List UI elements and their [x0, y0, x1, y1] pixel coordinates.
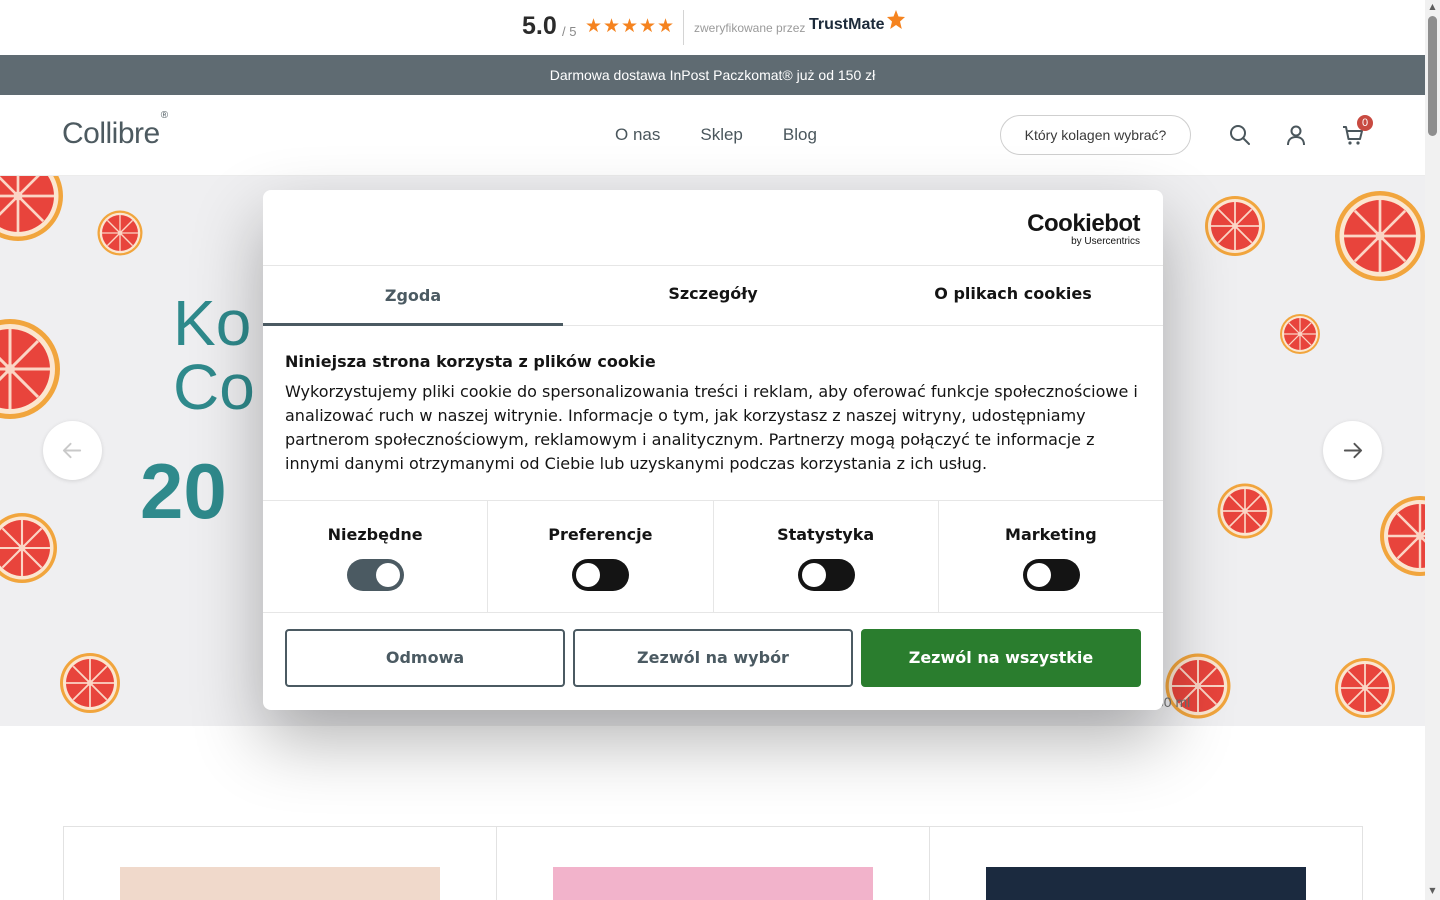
- scroll-up-icon[interactable]: ▲: [1428, 3, 1437, 11]
- toggle-marketing[interactable]: [1022, 559, 1080, 591]
- cookie-title: Niniejsza strona korzysta z plików cooki…: [285, 352, 656, 371]
- scrollbar-thumb[interactable]: [1428, 16, 1437, 136]
- cookie-tabs: Zgoda Szczegóły O plikach cookies: [263, 265, 1163, 326]
- allow-selection-button[interactable]: Zezwól na wybór: [573, 629, 853, 687]
- category-marketing: Marketing: [939, 501, 1163, 612]
- toggle-knob: [1026, 563, 1051, 587]
- cookiebot-brand-sub: by Usercentrics: [1071, 236, 1140, 247]
- category-label: Preferencje: [548, 525, 653, 544]
- toggle-knob: [801, 563, 826, 587]
- category-label: Marketing: [1005, 525, 1097, 544]
- tab-zgoda[interactable]: Zgoda: [263, 266, 563, 326]
- toggle-statystyka[interactable]: [797, 559, 855, 591]
- allow-all-button[interactable]: Zezwól na wszystkie: [861, 629, 1141, 687]
- cookie-overlay: Cookiebot by Usercentrics Zgoda Szczegół…: [0, 0, 1425, 900]
- page: 5.0 / 5 ★ ★ ★ ★ ★ zweryfikowane przez Tr…: [0, 0, 1440, 900]
- toggle-niezbedne: [347, 559, 405, 591]
- category-niezbedne: Niezbędne: [263, 501, 489, 612]
- page-scrollbar[interactable]: ▲ ▼: [1425, 0, 1440, 900]
- tab-szczegoly[interactable]: Szczegóły: [563, 266, 863, 325]
- scroll-down-icon[interactable]: ▼: [1428, 887, 1437, 895]
- category-preferencje: Preferencje: [488, 501, 714, 612]
- cookie-consent-dialog: Cookiebot by Usercentrics Zgoda Szczegół…: [263, 190, 1163, 710]
- cookie-categories: Niezbędne Preferencje Statystyka Marketi…: [263, 500, 1163, 613]
- cookie-description: Wykorzystujemy pliki cookie do spersonal…: [285, 382, 1138, 473]
- cookiebot-brand: Cookiebot: [1027, 210, 1140, 237]
- tab-o-plikach-cookies[interactable]: O plikach cookies: [863, 266, 1163, 325]
- deny-button[interactable]: Odmowa: [285, 629, 565, 687]
- cookie-actions: Odmowa Zezwól na wybór Zezwól na wszystk…: [285, 629, 1141, 687]
- category-statystyka: Statystyka: [714, 501, 939, 612]
- category-label: Niezbędne: [327, 525, 423, 544]
- toggle-knob: [376, 563, 401, 587]
- category-label: Statystyka: [777, 525, 875, 544]
- toggle-knob: [576, 563, 601, 587]
- cookiebot-logo: Cookiebot by Usercentrics: [1027, 212, 1140, 248]
- toggle-preferencje[interactable]: [572, 559, 630, 591]
